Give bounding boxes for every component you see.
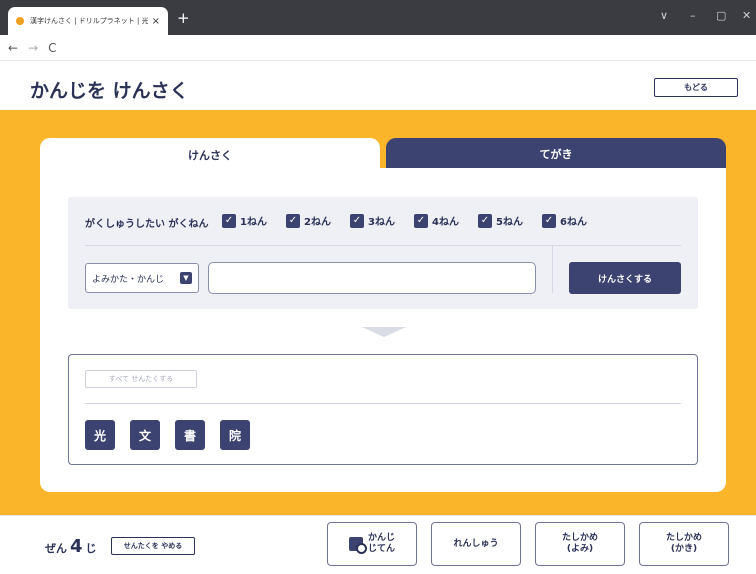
check-reading-line2: (よみ) <box>566 544 594 554</box>
divider <box>552 245 553 293</box>
kanji-dictionary-button[interactable]: かんじ じてん <box>327 522 417 566</box>
count-suffix: じ <box>85 542 97 555</box>
kanji-result[interactable]: 書 <box>175 420 205 450</box>
checkbox-checked-icon: ✓ <box>222 213 236 228</box>
check-writing-button[interactable]: たしかめ (かき) <box>639 522 729 566</box>
favicon-icon <box>16 17 24 25</box>
search-button[interactable]: けんさくする <box>569 262 681 294</box>
check-writing-label: たしかめ (かき) <box>666 533 702 555</box>
grade-checkbox-5[interactable]: ✓ 5ねん <box>478 213 523 228</box>
check-writing-line2: (かき) <box>670 544 698 554</box>
checkbox-checked-icon: ✓ <box>478 213 492 228</box>
checkbox-checked-icon: ✓ <box>414 213 428 228</box>
grade-label: 2ねん <box>304 217 331 228</box>
checkbox-checked-icon: ✓ <box>350 213 364 228</box>
dictionary-label-line2: じてん <box>367 544 395 554</box>
grade-checkbox-6[interactable]: ✓ 6ねん <box>542 213 587 228</box>
check-reading-label: たしかめ (よみ) <box>562 533 598 555</box>
browser-tab[interactable]: 漢字けんさく | ドリルプラネット | 光文 × <box>8 7 168 35</box>
grade-label: 1ねん <box>240 217 267 228</box>
tab-search[interactable]: けんさく <box>40 138 380 172</box>
dictionary-search-icon <box>348 537 367 554</box>
search-type-value: よみかた・かんじ <box>92 274 165 285</box>
grade-filter-label: がくしゅうしたい がくねん <box>85 219 209 230</box>
grade-checkbox-2[interactable]: ✓ 2ねん <box>286 213 331 228</box>
tab-handwriting[interactable]: てがき <box>386 138 726 169</box>
checkbox-checked-icon: ✓ <box>542 213 556 228</box>
tab-search-chevron-icon[interactable]: ∨ <box>660 9 668 22</box>
divider <box>85 403 681 404</box>
grade-label: 5ねん <box>496 217 523 228</box>
check-reading-button[interactable]: たしかめ (よみ) <box>535 522 625 566</box>
grade-checkbox-1[interactable]: ✓ 1ねん <box>222 213 267 228</box>
count-number: 4 <box>70 536 83 557</box>
back-arrow-icon[interactable]: ← <box>8 41 18 55</box>
search-input[interactable] <box>208 262 536 294</box>
grade-checkbox-3[interactable]: ✓ 3ねん <box>350 213 395 228</box>
kanji-result[interactable]: 院 <box>220 420 250 450</box>
reload-icon[interactable]: C <box>48 41 56 55</box>
grade-label: 6ねん <box>560 217 587 228</box>
new-tab-button[interactable]: + <box>177 9 190 27</box>
kanji-result[interactable]: 光 <box>85 420 115 450</box>
browser-nav-bar: ← → C <box>0 35 756 61</box>
dropdown-arrow-icon: ▼ <box>180 272 192 284</box>
check-writing-line1: たしかめ <box>665 533 702 544</box>
grade-label: 3ねん <box>368 217 395 228</box>
result-count: ぜん 4 じ <box>45 536 97 557</box>
browser-tab-title: 漢字けんさく | ドリルプラネット | 光文 <box>30 17 148 25</box>
browser-tab-bar: 漢字けんさく | ドリルプラネット | 光文 × + ∨ – ▢ ✕ <box>0 0 756 35</box>
kanji-result[interactable]: 文 <box>130 420 160 450</box>
count-prefix: ぜん <box>45 542 67 555</box>
search-type-select[interactable]: よみかた・かんじ ▼ <box>85 263 199 293</box>
forward-arrow-icon[interactable]: → <box>28 41 38 55</box>
deselect-button[interactable]: せんたくを やめる <box>111 537 195 555</box>
page-title: かんじを けんさく <box>30 80 189 102</box>
check-reading-line1: たしかめ <box>561 533 598 544</box>
maximize-button[interactable]: ▢ <box>716 9 726 22</box>
minimize-button[interactable]: – <box>690 9 696 22</box>
grade-label: 4ねん <box>432 217 459 228</box>
select-all-button[interactable]: すべて せんたくする <box>85 370 197 388</box>
divider <box>85 245 681 246</box>
grade-checkbox-4[interactable]: ✓ 4ねん <box>414 213 459 228</box>
dictionary-label: かんじ じてん <box>368 533 395 555</box>
down-arrow-icon <box>362 327 406 337</box>
checkbox-checked-icon: ✓ <box>286 213 300 228</box>
dictionary-label-line1: かんじ <box>367 533 395 544</box>
close-window-button[interactable]: ✕ <box>742 9 751 22</box>
close-tab-icon[interactable]: × <box>152 16 160 27</box>
back-button[interactable]: もどる <box>654 78 738 97</box>
practice-button[interactable]: れんしゅう <box>431 522 521 566</box>
